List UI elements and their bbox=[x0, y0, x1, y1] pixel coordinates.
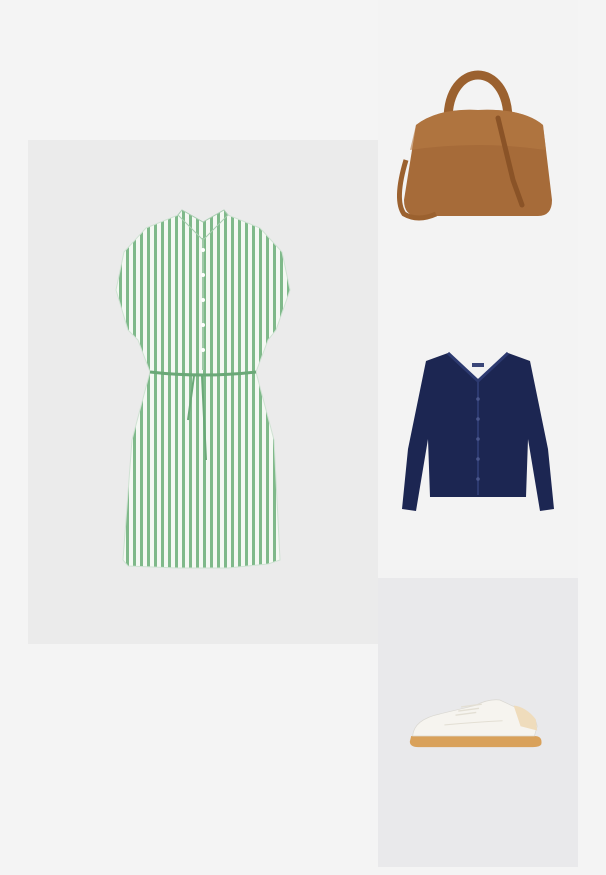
navy-cardigan-image bbox=[402, 351, 554, 511]
striped-dress-image bbox=[115, 209, 291, 569]
dress-product-tile[interactable] bbox=[28, 140, 378, 644]
white-sneaker-image bbox=[409, 699, 542, 748]
bag-product-tile[interactable] bbox=[378, 0, 578, 289]
sneaker-product-tile[interactable] bbox=[378, 578, 578, 867]
cardigan-product-tile[interactable] bbox=[378, 289, 578, 578]
suede-bag-image bbox=[397, 70, 552, 221]
